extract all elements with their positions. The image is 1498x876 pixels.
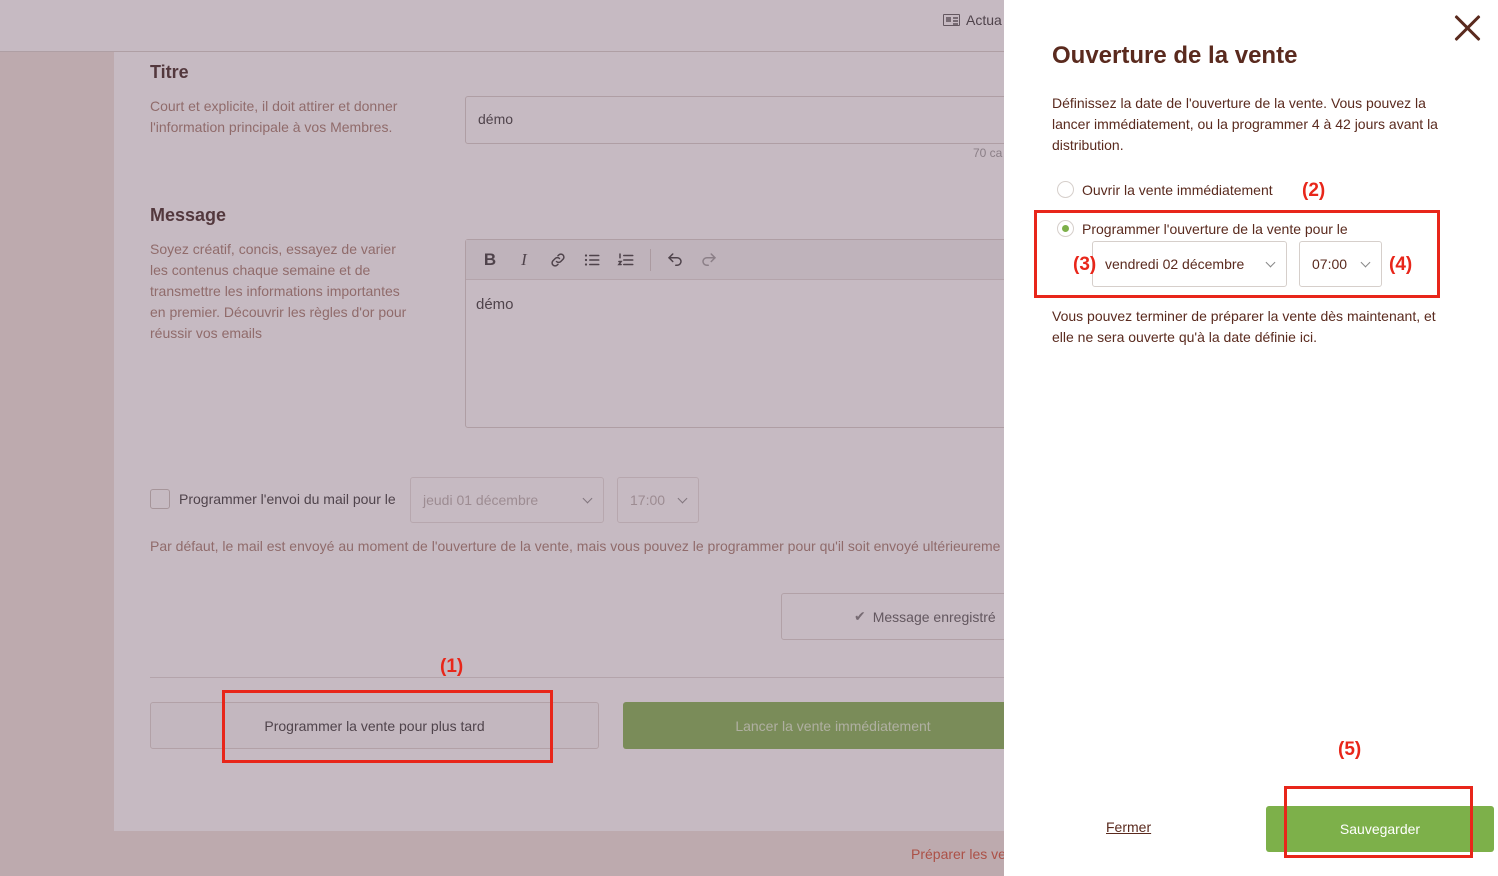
- open-date-value: vendredi 02 décembre: [1105, 256, 1245, 272]
- close-icon[interactable]: [1452, 12, 1484, 44]
- option-open-now-label: Ouvrir la vente immédiatement: [1082, 181, 1273, 198]
- open-date-select[interactable]: vendredi 02 décembre: [1092, 241, 1287, 287]
- panel-note: Vous pouvez terminer de préparer la vent…: [1052, 308, 1436, 345]
- annotation-label-2: (2): [1302, 180, 1326, 201]
- annotation-label-5: (5): [1338, 739, 1362, 760]
- chevron-down-icon: [1360, 257, 1371, 267]
- open-time-value: 07:00: [1312, 256, 1348, 272]
- modal-overlay[interactable]: [0, 0, 1004, 876]
- chevron-down-icon: [1265, 257, 1276, 267]
- radio-open-now[interactable]: [1057, 181, 1074, 198]
- option-schedule-label: Programmer l'ouverture de la vente pour …: [1082, 220, 1348, 237]
- option-schedule[interactable]: Programmer l'ouverture de la vente pour …: [1057, 220, 1348, 237]
- annotation-label-1: (1): [440, 656, 464, 677]
- panel-title: Ouverture de la vente: [1052, 42, 1298, 69]
- radio-schedule[interactable]: [1057, 220, 1074, 237]
- close-link[interactable]: Fermer: [1106, 819, 1151, 835]
- option-open-now[interactable]: Ouvrir la vente immédiatement: [1057, 181, 1273, 198]
- panel-description: Définissez la date de l'ouverture de la …: [1052, 95, 1438, 153]
- save-button[interactable]: Sauvegarder: [1266, 806, 1494, 852]
- annotation-label-3: (3): [1073, 254, 1097, 275]
- open-time-select[interactable]: 07:00: [1299, 241, 1382, 287]
- annotation-label-4: (4): [1389, 254, 1413, 275]
